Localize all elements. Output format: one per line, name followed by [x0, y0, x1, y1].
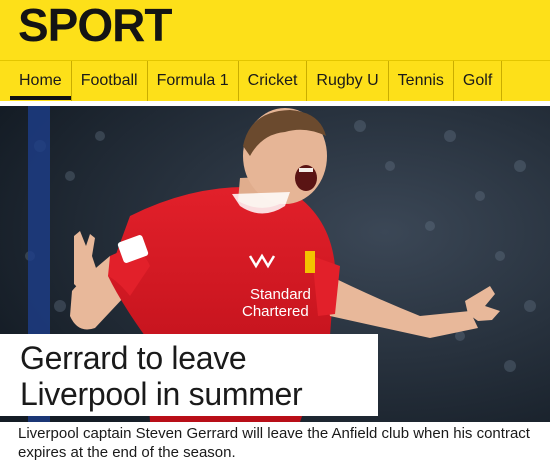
sport-nav-bar: Home Football Formula 1 Cricket Rugby U …	[0, 60, 550, 101]
nav-item-rugby-union[interactable]: Rugby U	[307, 61, 389, 101]
shirt-sponsor-line-1: Standard	[250, 286, 311, 303]
nav-item-cricket[interactable]: Cricket	[239, 61, 308, 101]
sport-masthead: SPORT	[0, 0, 550, 60]
nav-item-tennis[interactable]: Tennis	[389, 61, 454, 101]
nav-item-formula-1[interactable]: Formula 1	[148, 61, 239, 101]
sport-logo[interactable]: SPORT	[18, 0, 172, 52]
story-headline[interactable]: Gerrard to leave Liverpool in summer	[20, 340, 380, 412]
nav-item-football[interactable]: Football	[72, 61, 148, 101]
nav-list: Home Football Formula 1 Cricket Rugby U …	[10, 61, 503, 101]
shirt-sponsor-line-2: Chartered	[242, 303, 309, 320]
nav-item-golf[interactable]: Golf	[454, 61, 503, 101]
nav-item-home[interactable]: Home	[10, 61, 72, 101]
story-summary[interactable]: Liverpool captain Steven Gerrard will le…	[18, 424, 538, 462]
